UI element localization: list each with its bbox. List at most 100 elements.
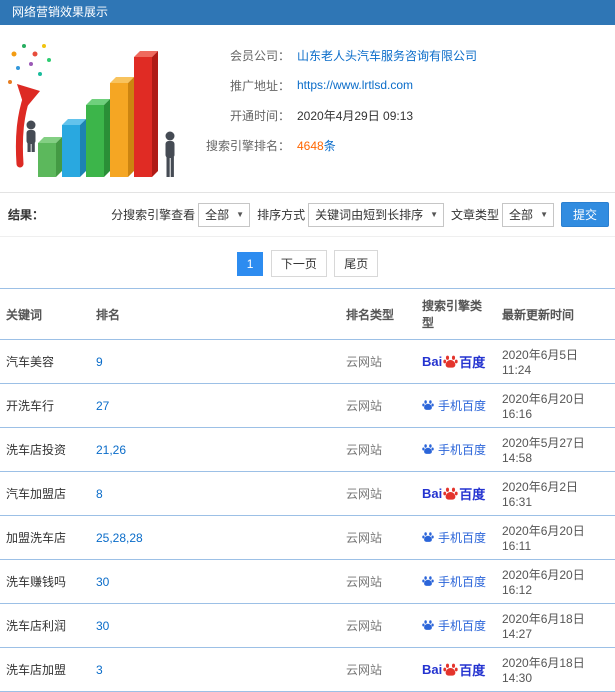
open-time-label: 开通时间： <box>229 108 290 123</box>
rank-type-cell: 云网站 <box>340 515 416 560</box>
result-label: 结果： <box>8 208 45 222</box>
rank-cell: 21,26 <box>90 427 340 472</box>
header-keyword: 关键词 <box>0 288 90 340</box>
rank-type-cell: 云网站 <box>340 427 416 472</box>
baidu-paw-icon <box>422 619 434 631</box>
page-title-bar: 网络营销效果展示 <box>0 0 615 25</box>
article-type-label: 文章类型 <box>451 208 500 222</box>
figure-left <box>26 120 36 152</box>
keyword-cell: 汽车加盟店 <box>0 471 90 516</box>
rank-link[interactable]: 25,28,28 <box>96 531 143 545</box>
rank-link[interactable]: 3 <box>96 663 103 677</box>
engine-filter-select[interactable]: 全部 ▼ <box>198 202 251 227</box>
header-rank: 排名 <box>90 288 340 340</box>
engine-cell: Bai 百度 <box>416 471 496 516</box>
submit-button[interactable]: 提交 <box>560 202 609 227</box>
page-title: 网络营销效果展示 <box>12 5 109 19</box>
table-row: 洗车店投资 21,26 云网站 手机百度 2020年5月27日 14:58 <box>0 427 615 472</box>
update-time-cell: 2020年5月27日 14:58 <box>496 427 615 472</box>
update-time-cell: 2020年6月2日 16:31 <box>496 471 615 516</box>
engine-filter-label: 分搜索引擎查看 <box>111 208 196 222</box>
keyword-cell: 洗车赚钱吗 <box>0 559 90 604</box>
sort-label: 排序方式 <box>257 208 306 222</box>
article-type-select[interactable]: 全部 ▼ <box>502 202 554 227</box>
rank-link[interactable]: 8 <box>96 487 103 501</box>
rank-cell: 27 <box>90 383 340 428</box>
rank-link[interactable]: 30 <box>96 619 109 633</box>
baidu-logo-prefix: Bai <box>422 486 443 501</box>
engine-label: 百度 <box>459 355 486 370</box>
table-row: 洗车赚钱吗 30 云网站 手机百度 2020年6月20日 16:12 <box>0 559 615 604</box>
last-page-button[interactable]: 尾页 <box>334 250 379 277</box>
rank-cell: 9 <box>90 339 340 384</box>
company-link[interactable]: 山东老人头汽车服务咨询有限公司 <box>297 47 477 64</box>
sort-select[interactable]: 关键词由短到长排序 ▼ <box>308 202 445 227</box>
engine-label: 百度 <box>459 663 486 678</box>
figure-right <box>165 131 175 177</box>
engine-rank-value: 4648条 <box>297 137 336 154</box>
baidu-paw-icon <box>422 443 434 455</box>
rank-link[interactable]: 30 <box>96 575 109 589</box>
keyword-cell: 洗车店加盟 <box>0 647 90 692</box>
pagination: 1 下一页 尾页 <box>0 237 615 288</box>
header-update-time: 最新更新时间 <box>496 288 615 340</box>
keyword-cell: 洗车店利润 <box>0 603 90 648</box>
rank-cell: 30 <box>90 559 340 604</box>
header-rank-type: 排名类型 <box>340 288 416 340</box>
table-row: 汽车美容 9 云网站 Bai 百度 2020年6月5日 11:24 <box>0 339 615 384</box>
results-table: 关键词 排名 排名类型 搜索引擎类型 最新更新时间 汽车美容 9 云网站 Bai <box>0 288 615 692</box>
rank-type-cell: 云网站 <box>340 559 416 604</box>
rank-link[interactable]: 21,26 <box>96 443 126 457</box>
baidu-paw-icon <box>422 575 434 587</box>
engine-cell: 手机百度 <box>416 559 496 604</box>
baidu-logo-prefix: Bai <box>422 354 443 369</box>
filter-bar: 结果： 分搜索引擎查看 全部 ▼ 排序方式 关键词由短到长排序 ▼ 文章类型 全… <box>0 193 615 237</box>
baidu-paw-icon <box>443 354 458 369</box>
keyword-cell: 加盟洗车店 <box>0 515 90 560</box>
engine-label: 手机百度 <box>438 618 487 633</box>
company-row: 会员公司： 山东老人头汽车服务咨询有限公司 <box>180 40 615 70</box>
update-time-cell: 2020年6月18日 14:30 <box>496 647 615 692</box>
baidu-paw-icon <box>422 531 434 543</box>
baidu-paw-icon <box>422 399 434 411</box>
table-header-row: 关键词 排名 排名类型 搜索引擎类型 最新更新时间 <box>0 288 615 340</box>
company-label: 会员公司： <box>229 48 290 63</box>
baidu-logo-prefix: Bai <box>422 662 443 677</box>
engine-rank-count: 4648 <box>297 138 324 153</box>
engine-filter-value: 全部 <box>205 208 230 222</box>
engine-cell: Bai 百度 <box>416 647 496 692</box>
rank-cell: 8 <box>90 471 340 516</box>
header-engine-type: 搜索引擎类型 <box>416 288 496 340</box>
update-time-cell: 2020年6月5日 11:24 <box>496 339 615 384</box>
rank-link[interactable]: 9 <box>96 355 103 369</box>
table-row: 加盟洗车店 25,28,28 云网站 手机百度 2020年6月20日 16:11 <box>0 515 615 560</box>
next-page-button[interactable]: 下一页 <box>270 250 327 277</box>
table-row: 汽车加盟店 8 云网站 Bai 百度 2020年6月2日 16:31 <box>0 471 615 516</box>
chevron-down-icon: ▼ <box>236 210 245 219</box>
chart-illustration-wrap <box>0 30 180 190</box>
engine-cell: 手机百度 <box>416 515 496 560</box>
update-time-cell: 2020年6月18日 14:27 <box>496 603 615 648</box>
engine-label: 百度 <box>459 487 486 502</box>
rank-type-cell: 云网站 <box>340 383 416 428</box>
table-row: 洗车店利润 30 云网站 手机百度 2020年6月18日 14:27 <box>0 603 615 648</box>
growth-bar-chart-illustration <box>8 44 175 177</box>
summary-section: 会员公司： 山东老人头汽车服务咨询有限公司 推广地址： https://www.… <box>0 25 615 193</box>
page-number-current[interactable]: 1 <box>236 252 264 276</box>
rank-link[interactable]: 27 <box>96 399 109 413</box>
keyword-cell: 汽车美容 <box>0 339 90 384</box>
update-time-cell: 2020年6月20日 16:16 <box>496 383 615 428</box>
table-row: 开洗车行 27 云网站 手机百度 2020年6月20日 16:16 <box>0 383 615 428</box>
promo-url-row: 推广地址： https://www.lrtlsd.com <box>180 70 615 100</box>
chevron-down-icon: ▼ <box>430 210 439 219</box>
open-time-row: 开通时间： 2020年4月29日 09:13 <box>180 100 615 130</box>
engine-label: 手机百度 <box>438 442 487 457</box>
promo-url-link[interactable]: https://www.lrtlsd.com <box>297 78 413 92</box>
article-type-value: 全部 <box>509 208 534 222</box>
rank-type-cell: 云网站 <box>340 471 416 516</box>
engine-rank-unit: 条 <box>323 138 336 153</box>
keyword-cell: 开洗车行 <box>0 383 90 428</box>
baidu-paw-icon <box>443 662 458 677</box>
chevron-down-icon: ▼ <box>540 210 548 219</box>
engine-label: 手机百度 <box>438 530 487 545</box>
